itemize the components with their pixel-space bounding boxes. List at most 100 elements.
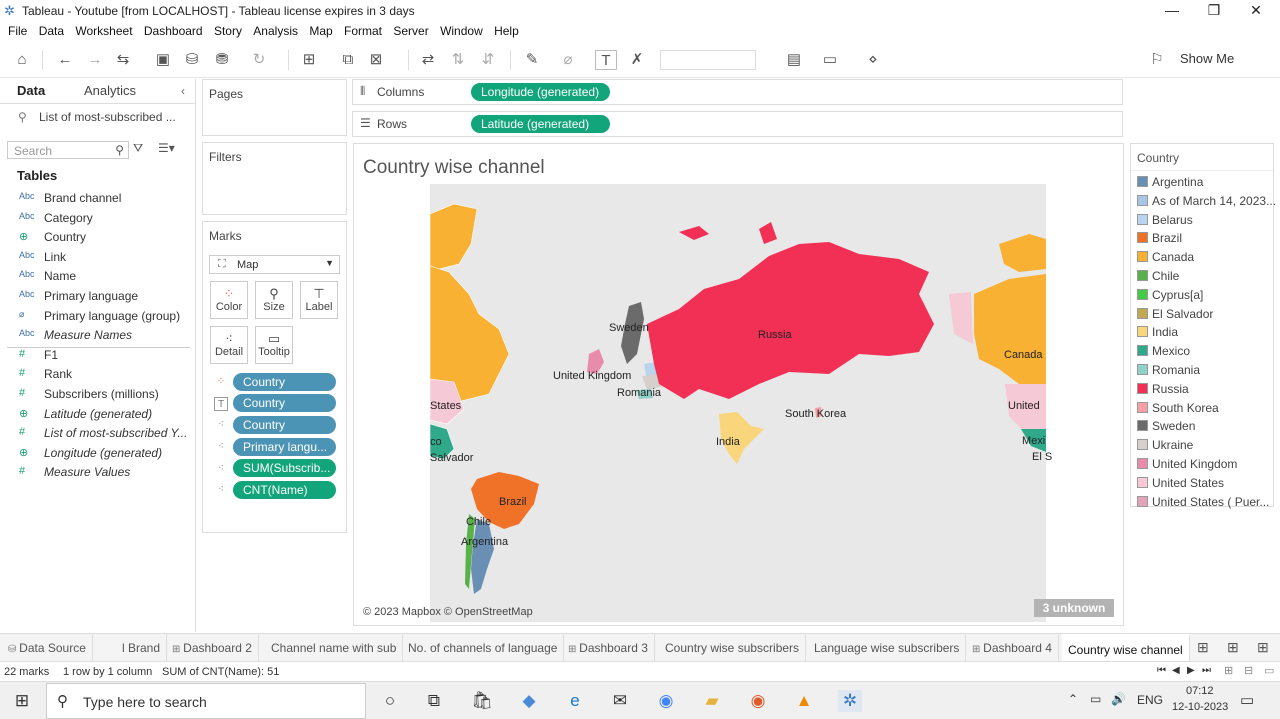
tab-dashboard-4[interactable]: ⊞ Dashboard 4 (966, 634, 1059, 662)
sheet-sorter-icon[interactable]: ⊞ (1224, 664, 1233, 677)
show-me-button[interactable]: Show Me (1180, 51, 1234, 66)
app-icon[interactable]: ◆ (517, 690, 541, 712)
tableau-taskbar-icon[interactable]: ✲ (838, 690, 862, 712)
field-item[interactable]: # Rank (0, 365, 196, 384)
pill-sum-subscribers[interactable]: SUM(Subscrib... (233, 459, 336, 477)
sort-asc-icon[interactable]: ⇅ (447, 50, 469, 70)
share-icon[interactable]: ⋄ (862, 50, 884, 70)
next-sheet-icon[interactable]: ▶ (1187, 665, 1195, 676)
pill-longitude[interactable]: Longitude (generated) (471, 83, 610, 101)
field-item[interactable]: # F1 (0, 346, 196, 365)
menu-map[interactable]: Map (301, 22, 332, 38)
menu-format[interactable]: Format (336, 22, 382, 38)
menu-help[interactable]: Help (486, 22, 519, 38)
tab-no-of-channels-of-language[interactable]: No. of channels of language (402, 634, 565, 662)
pill-country-label[interactable]: Country (233, 394, 336, 412)
tab-analytics[interactable]: Analytics (84, 83, 136, 98)
save-icon[interactable]: ▣ (152, 50, 174, 70)
filters-card[interactable]: Filters (202, 142, 347, 215)
color-button[interactable]: ⁘ Color (210, 281, 248, 319)
field-item[interactable]: Abc Category (0, 209, 196, 228)
view-options-icon[interactable]: ☰▾ (158, 141, 175, 155)
home-icon[interactable]: ⌂ (11, 50, 33, 70)
field-item[interactable]: ⌀ Primary language (group) (0, 307, 196, 326)
field-item[interactable]: ⊕ Longitude (generated) (0, 444, 196, 463)
bookmark-icon[interactable]: ⚐ (1146, 50, 1168, 70)
tab-dashboard-2[interactable]: ⊞ Dashboard 2 (166, 634, 259, 662)
tab-country-wise-subscribers[interactable]: Country wise subscribers (659, 634, 807, 662)
sort-desc-icon[interactable]: ⇵ (477, 50, 499, 70)
size-button[interactable]: ⚲ Size (255, 281, 293, 319)
task-view-icon[interactable]: ⧉ (422, 690, 446, 712)
new-dashboard-tab-icon[interactable]: ⊞ (1227, 639, 1239, 656)
menu-data[interactable]: Data (31, 22, 64, 38)
datasource-name[interactable]: List of most-subscribed ... (39, 110, 176, 124)
last-sheet-icon[interactable]: ⏭ (1202, 665, 1211, 676)
field-item[interactable]: Abc Link (0, 248, 196, 267)
show-labels-icon[interactable]: T (595, 50, 617, 70)
pill-country-color[interactable]: Country (233, 373, 336, 391)
edge-icon[interactable]: e (563, 690, 587, 712)
field-item[interactable]: # Subscribers (millions) (0, 385, 196, 404)
new-worksheet-tab-icon[interactable]: ⊞ (1197, 639, 1209, 656)
new-worksheet-icon[interactable]: ⊞ (298, 50, 320, 70)
collapse-icon[interactable]: ‹ (181, 84, 185, 98)
tabs-view-icon[interactable]: ▭ (1264, 664, 1274, 677)
menu-window[interactable]: Window (432, 22, 483, 38)
tab-language-wise-subscribers[interactable]: Language wise subscribers (808, 634, 967, 662)
filmstrip-icon[interactable]: ⊟ (1244, 664, 1253, 677)
columns-shelf[interactable]: ⦀ Columns Longitude (generated) (352, 79, 1123, 105)
pill-latitude[interactable]: Latitude (generated) (471, 115, 610, 133)
field-item[interactable]: Abc Brand channel (0, 189, 196, 208)
prev-sheet-icon[interactable]: ◀ (1172, 665, 1180, 676)
tray-chevron-icon[interactable]: ⌃ (1068, 692, 1078, 706)
tab-channel-name-with-sub[interactable]: Channel name with sub (265, 634, 404, 662)
restore-button[interactable]: ❐ (1194, 0, 1234, 22)
chrome-canary-icon[interactable]: ◉ (746, 690, 770, 712)
minimize-button[interactable]: — (1152, 0, 1192, 22)
cortana-icon[interactable]: ○ (378, 690, 402, 712)
refresh-icon[interactable]: ↻ (248, 50, 270, 70)
presentation-icon[interactable]: ▭ (819, 50, 841, 70)
field-item[interactable]: ⊕ Latitude (generated) (0, 405, 196, 424)
vlc-icon[interactable]: ▲ (792, 690, 816, 712)
menu-worksheet[interactable]: Worksheet (67, 22, 132, 38)
tab-data[interactable]: Data (17, 83, 45, 98)
unknown-indicator[interactable]: 3 unknown (1034, 599, 1114, 617)
tab-brand[interactable]: l Brand (116, 634, 168, 662)
tooltip-button[interactable]: ▭ Tooltip (255, 326, 293, 364)
mail-icon[interactable]: ✉ (608, 690, 632, 712)
detail-button[interactable]: ⁖ Detail (210, 326, 248, 364)
pause-updates-icon[interactable]: ⛃ (211, 50, 233, 70)
show-cards-icon[interactable]: ▤ (783, 50, 805, 70)
group-icon[interactable]: ⌀ (557, 50, 579, 70)
new-story-tab-icon[interactable]: ⊞ (1257, 639, 1269, 656)
volume-icon[interactable]: 🔊 (1111, 692, 1126, 706)
fix-axes-icon[interactable]: ✗ (626, 50, 648, 70)
menu-server[interactable]: Server (385, 22, 428, 38)
chrome-icon[interactable]: ◉ (654, 690, 678, 712)
language-indicator[interactable]: ENG (1137, 693, 1163, 707)
first-sheet-icon[interactable]: ⏮ (1157, 665, 1166, 676)
filter-icon[interactable]: ⛛ (133, 141, 143, 156)
menu-story[interactable]: Story (206, 22, 242, 38)
mark-type-dropdown[interactable]: ⛶ Map ▼ (209, 255, 340, 274)
field-item[interactable]: Abc Primary language (0, 287, 196, 306)
battery-icon[interactable]: ▭ (1090, 692, 1101, 706)
field-item[interactable]: Abc Name (0, 267, 196, 286)
label-button[interactable]: ⊤ Label (300, 281, 338, 319)
clear-sheet-icon[interactable]: ⊠ (365, 50, 387, 70)
highlight-icon[interactable]: ✎ (521, 50, 543, 70)
new-datasource-icon[interactable]: ⛁ (181, 50, 203, 70)
close-button[interactable]: ✕ (1236, 0, 1276, 22)
tab-country-wise-channel[interactable]: Country wise channel (1062, 634, 1190, 662)
menu-dashboard[interactable]: Dashboard (136, 22, 203, 38)
taskbar-search[interactable]: ⚲ Type here to search (46, 683, 366, 719)
map-attribution[interactable]: © 2023 Mapbox © OpenStreetMap (363, 606, 533, 618)
store-icon[interactable]: 🛍 (470, 690, 494, 712)
field-item[interactable]: # List of most-subscribed Y... (0, 424, 196, 443)
tab-data-source[interactable]: ⛁ Data Source (0, 634, 93, 662)
file-explorer-icon[interactable]: ▰ (700, 690, 724, 712)
field-search-input[interactable]: Search ⚲ (7, 141, 129, 159)
rows-shelf[interactable]: ☰ Rows Latitude (generated) (352, 111, 1123, 137)
